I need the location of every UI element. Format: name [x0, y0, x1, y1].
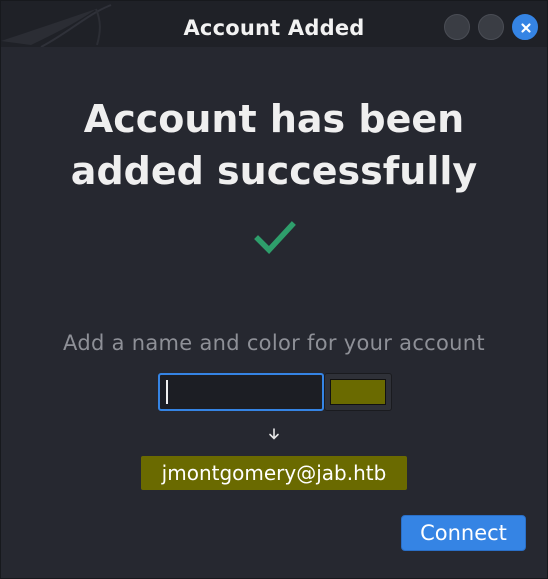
text-cursor	[166, 380, 168, 404]
dialog-window: Account Added Account has been added suc…	[0, 0, 548, 579]
close-button[interactable]	[512, 14, 538, 40]
checkmark-icon	[254, 221, 296, 254]
name-color-prompt: Add a name and color for your account	[63, 331, 485, 355]
minimize-button[interactable]	[444, 14, 470, 40]
color-picker-button[interactable]	[324, 373, 392, 411]
maximize-button[interactable]	[478, 14, 504, 40]
close-icon	[521, 23, 531, 33]
titlebar[interactable]: Account Added	[1, 1, 547, 47]
connect-button[interactable]: Connect	[401, 515, 526, 551]
wallpaper-dragon-art	[1, 4, 112, 47]
account-name-input[interactable]	[158, 373, 324, 411]
heading-line-1: Account has been	[83, 97, 465, 141]
color-swatch	[330, 379, 386, 405]
success-heading: Account has been added successfully	[1, 93, 547, 197]
heading-line-2: added successfully	[70, 149, 478, 193]
account-jid-label: jmontgomery@jab.htb	[141, 456, 407, 490]
arrow-down-icon	[269, 428, 279, 440]
